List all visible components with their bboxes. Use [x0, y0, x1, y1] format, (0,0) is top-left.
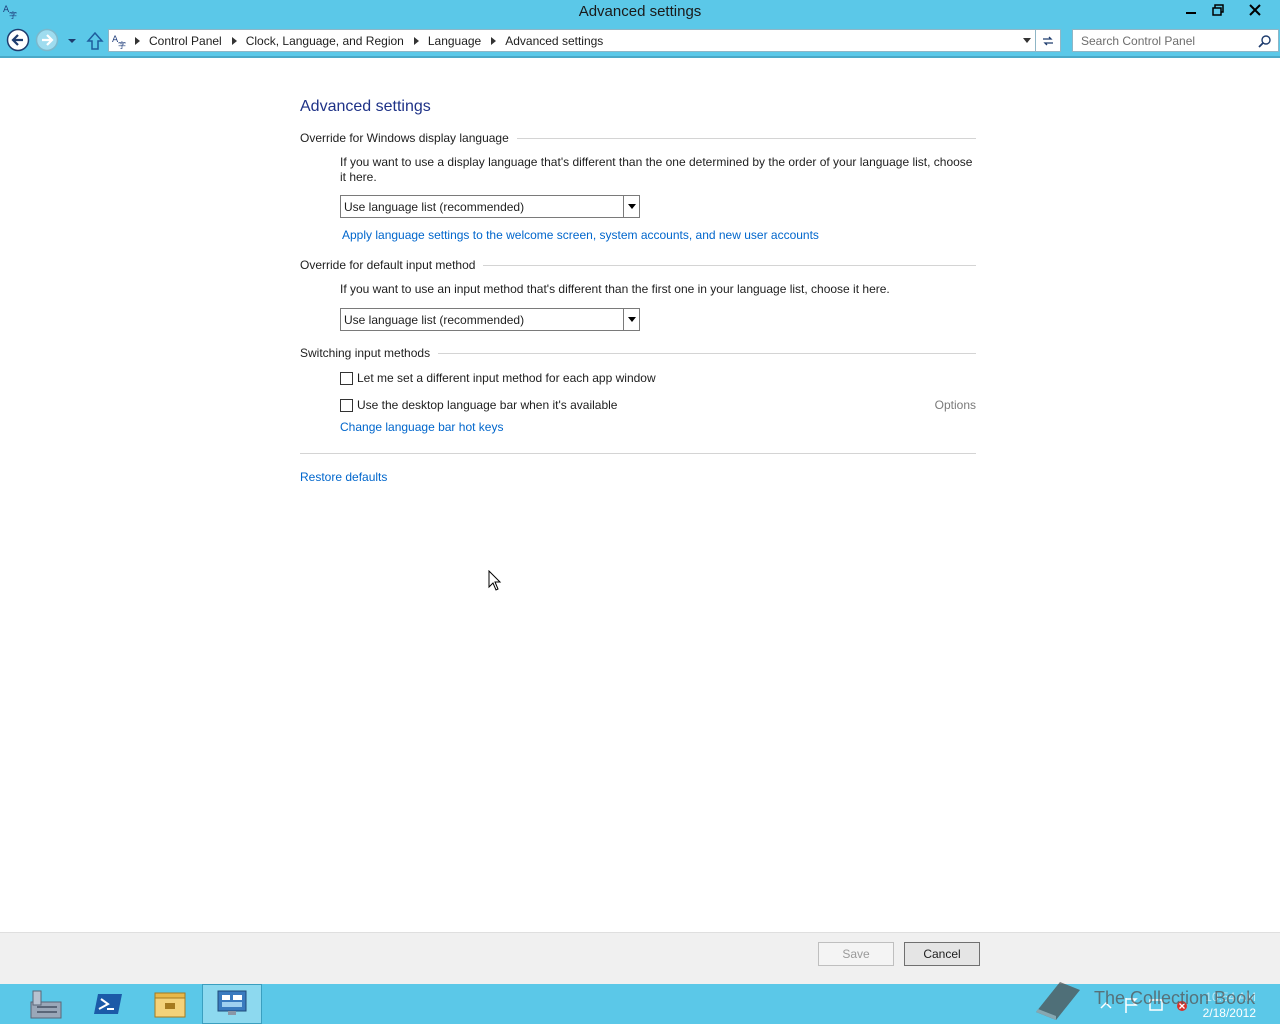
restore-defaults-link[interactable]: Restore defaults — [300, 470, 387, 484]
display-language-description: If you want to use a display language th… — [340, 155, 973, 184]
chevron-down-icon[interactable] — [623, 309, 639, 330]
display-language-section-header: Override for Windows display language — [300, 130, 976, 146]
control-panel-icon — [217, 990, 247, 1015]
navigation-bar: A 字 Control Panel Clock, Language, and R… — [0, 24, 1280, 58]
address-bar[interactable]: A 字 Control Panel Clock, Language, and R… — [108, 29, 1036, 52]
window-title: Advanced settings — [578, 3, 702, 20]
input-method-heading: Override for default input method — [300, 258, 476, 272]
language-bar-options-link: Options — [934, 398, 976, 412]
watermark-text: The Collection Book — [1094, 988, 1256, 1008]
file-explorer-icon — [154, 992, 186, 1018]
breadcrumb-clock-language-region[interactable]: Clock, Language, and Region — [246, 34, 404, 48]
breadcrumb-advanced-settings[interactable]: Advanced settings — [505, 34, 603, 48]
switching-heading: Switching input methods — [300, 346, 431, 360]
up-arrow-icon[interactable] — [86, 31, 104, 51]
forward-arrow-icon[interactable] — [35, 28, 59, 52]
per-app-input-method-checkbox[interactable] — [340, 371, 353, 385]
per-app-input-method-option[interactable]: Let me set a different input method for … — [340, 371, 656, 385]
input-method-section-header: Override for default input method — [300, 257, 976, 273]
control-panel-icon: A 字 — [112, 35, 126, 49]
mouse-cursor-icon — [488, 570, 502, 591]
restore-icon — [1212, 4, 1224, 16]
section-divider — [300, 453, 976, 454]
watermark: The Collection Book — [1030, 976, 1270, 1022]
desktop-language-bar-checkbox[interactable] — [340, 398, 353, 412]
refresh-icon — [1043, 36, 1053, 45]
desktop-language-bar-option[interactable]: Use the desktop language bar when it's a… — [340, 398, 617, 412]
book-logo-icon — [1036, 982, 1080, 1020]
close-icon — [1249, 4, 1261, 16]
display-language-selected: Use language list (recommended) — [344, 200, 525, 214]
svg-text:字: 字 — [118, 40, 126, 49]
taskbar-control-panel[interactable] — [202, 984, 262, 1024]
minimize-icon — [1186, 12, 1196, 14]
display-language-dropdown[interactable]: Use language list (recommended) — [340, 195, 640, 218]
recent-locations-chevron-icon[interactable] — [66, 36, 78, 46]
apply-language-settings-link[interactable]: Apply language settings to the welcome s… — [342, 228, 819, 242]
save-button[interactable]: Save — [818, 942, 894, 966]
per-app-input-method-label[interactable]: Let me set a different input method for … — [357, 371, 656, 385]
search-box[interactable] — [1072, 29, 1279, 52]
desktop-language-bar-label[interactable]: Use the desktop language bar when it's a… — [357, 398, 617, 412]
title-bar: A 字 Advanced settings — [0, 0, 1280, 24]
input-method-dropdown[interactable]: Use language list (recommended) — [340, 308, 640, 331]
breadcrumb-separator-icon[interactable] — [135, 36, 140, 45]
back-arrow-icon[interactable] — [6, 28, 30, 52]
breadcrumb: Control Panel Clock, Language, and Regio… — [133, 30, 603, 51]
minimize-button[interactable] — [1178, 0, 1204, 20]
breadcrumb-language[interactable]: Language — [428, 34, 481, 48]
input-method-description: If you want to use an input method that'… — [340, 282, 890, 296]
server-manager-icon — [30, 990, 62, 1019]
breadcrumb-separator-icon[interactable] — [491, 36, 497, 45]
taskbar-server-manager[interactable] — [16, 984, 76, 1024]
breadcrumb-separator-icon[interactable] — [231, 36, 237, 45]
chevron-down-icon[interactable] — [623, 196, 639, 217]
powershell-icon — [94, 994, 122, 1014]
breadcrumb-separator-icon[interactable] — [413, 36, 419, 45]
switching-section-header: Switching input methods — [300, 345, 976, 361]
taskbar-file-explorer[interactable] — [140, 984, 200, 1024]
section-divider — [516, 137, 976, 139]
search-icon[interactable] — [1258, 34, 1272, 48]
taskbar-powershell[interactable] — [78, 984, 138, 1024]
section-divider — [438, 352, 976, 354]
refresh-button[interactable] — [1036, 29, 1061, 52]
address-history-dropdown-icon[interactable] — [1023, 38, 1031, 43]
page-title: Advanced settings — [300, 98, 431, 115]
cancel-button[interactable]: Cancel — [904, 942, 980, 966]
section-divider — [483, 264, 976, 266]
close-button[interactable] — [1232, 0, 1278, 20]
restore-button[interactable] — [1205, 0, 1231, 20]
change-hot-keys-link[interactable]: Change language bar hot keys — [340, 420, 503, 434]
search-input[interactable] — [1073, 30, 1253, 51]
breadcrumb-control-panel[interactable]: Control Panel — [149, 34, 222, 48]
display-language-heading: Override for Windows display language — [300, 131, 509, 145]
input-method-selected: Use language list (recommended) — [344, 313, 525, 327]
